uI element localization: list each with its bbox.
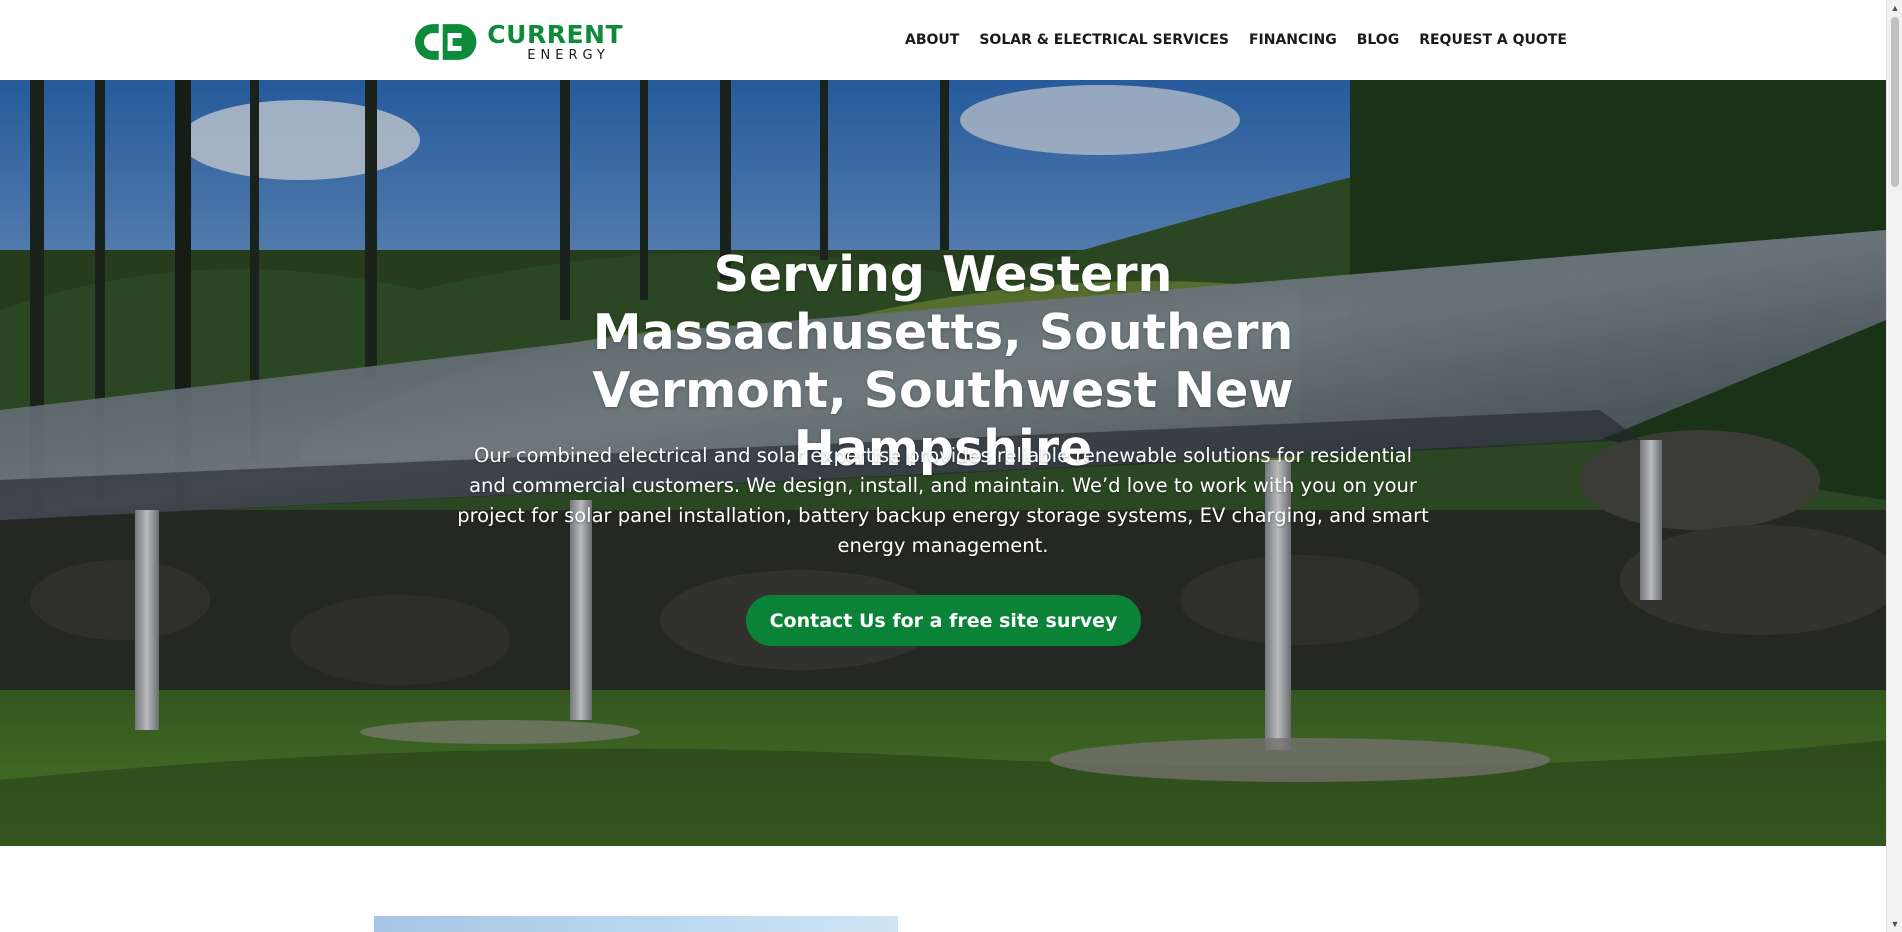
next-section	[0, 846, 1886, 932]
scroll-down-arrow-icon[interactable]: ▼	[1887, 916, 1902, 932]
nav-solar-electrical-services[interactable]: SOLAR & ELECTRICAL SERVICES	[979, 31, 1229, 49]
logo-name: CURRENT	[487, 20, 623, 49]
plug-logo-icon	[414, 24, 477, 60]
page: CURRENT ENERGY ABOUT SOLAR & ELECTRICAL …	[0, 0, 1902, 932]
contact-cta-button[interactable]: Contact Us for a free site survey	[746, 595, 1141, 646]
nav-financing[interactable]: FINANCING	[1249, 31, 1337, 49]
logo-text: CURRENT ENERGY	[487, 22, 623, 62]
hero-section: Serving Western Massachusetts, Southern …	[0, 80, 1886, 846]
site-logo[interactable]: CURRENT ENERGY	[413, 20, 623, 64]
scroll-up-arrow-icon[interactable]: ▲	[1887, 0, 1902, 16]
main-nav: ABOUT SOLAR & ELECTRICAL SERVICES FINANC…	[905, 31, 1587, 49]
nav-about[interactable]: ABOUT	[905, 31, 959, 49]
section-image	[374, 916, 898, 932]
nav-blog[interactable]: BLOG	[1357, 31, 1400, 49]
site-header: CURRENT ENERGY ABOUT SOLAR & ELECTRICAL …	[0, 0, 1886, 80]
logo-subname: ENERGY	[527, 48, 610, 63]
hero-description: Our combined electrical and solar expert…	[457, 444, 1429, 557]
page-scrollbar[interactable]: ▲ ▼	[1886, 0, 1902, 932]
scroll-thumb[interactable]	[1891, 17, 1899, 187]
nav-request-a-quote[interactable]: REQUEST A QUOTE	[1419, 31, 1567, 49]
